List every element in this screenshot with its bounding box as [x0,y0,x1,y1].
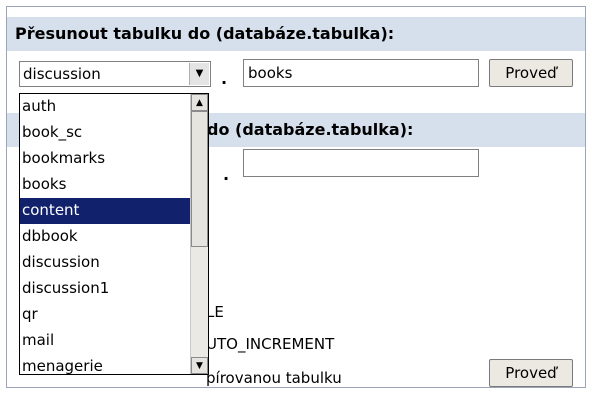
operations-panel: Přesunout tabulku do (databáze.tabulka):… [6,6,586,388]
copy-table-name-input[interactable] [243,149,479,177]
dropdown-option[interactable]: bookmarks [20,146,190,172]
copy-go-button[interactable]: Proveď [489,359,573,387]
database-dropdown-list[interactable]: auth book_sc bookmarks books content dbbook di… [19,93,209,375]
move-table-name-input[interactable] [243,59,479,87]
move-go-button[interactable]: Proveď [489,59,573,87]
dropdown-option[interactable]: content [20,198,190,224]
dropdown-option[interactable]: books [20,172,190,198]
dropdown-option[interactable]: auth [20,94,190,120]
dropdown-scrollbar[interactable]: ▲ ▼ [190,94,208,374]
scroll-up-arrow-icon[interactable]: ▲ [191,94,208,111]
dropdown-option[interactable]: book_sc [20,120,190,146]
move-table-heading: Přesunout tabulku do (databáze.tabulka): [7,17,585,51]
dropdown-options: auth book_sc bookmarks books content dbbook di… [20,94,190,374]
option-auto-increment-label: UTO_INCREMENT [206,335,335,353]
separator-dot: . [221,69,228,88]
dropdown-option[interactable]: discussion1 [20,276,190,302]
dropdown-option[interactable]: menagerie [20,354,190,374]
option-switch-to-copy-label: pírovanou tabulku [206,369,342,387]
copy-separator-dot: . [223,165,230,184]
dropdown-option[interactable]: qr [20,302,190,328]
dropdown-option[interactable]: discussion [20,250,190,276]
copy-table-heading-text: do (databáze.tabulka): [207,120,414,139]
database-select-value: discussion [23,65,101,83]
database-select[interactable]: discussion ▼ [19,61,211,87]
scroll-down-arrow-icon[interactable]: ▼ [191,357,208,374]
chevron-down-icon[interactable]: ▼ [189,63,209,85]
scroll-thumb[interactable] [191,111,208,247]
dropdown-option[interactable]: mail [20,328,190,354]
dropdown-option[interactable]: dbbook [20,224,190,250]
